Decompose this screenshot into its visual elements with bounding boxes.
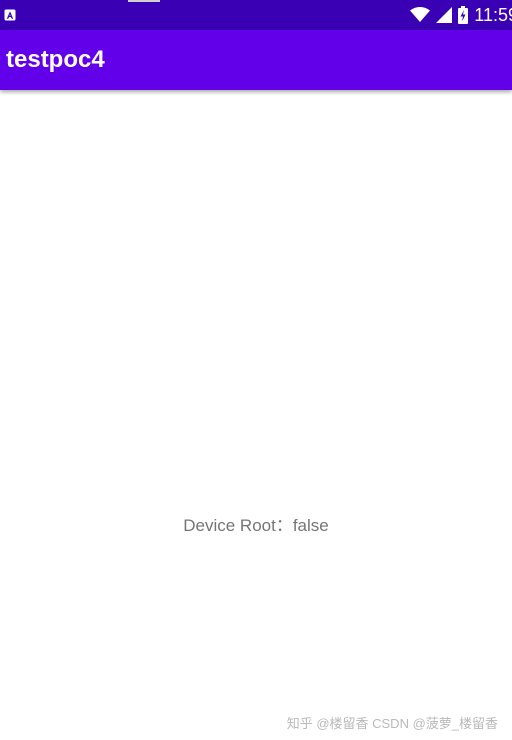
app-bar: testpoc4 (0, 30, 512, 90)
status-bar: 11:59 (0, 0, 512, 30)
phone-screen: 11:59 testpoc4 Device Root：false 知乎 @楼留香… (0, 0, 512, 740)
wifi-icon (410, 7, 431, 22)
battery-charging-icon (458, 6, 469, 24)
status-bar-notch (128, 0, 160, 2)
cellular-signal-icon (436, 7, 453, 23)
app-title: testpoc4 (6, 46, 105, 73)
device-root-status-text: Device Root：false (183, 516, 329, 535)
status-icons-group: 11:59 (410, 0, 512, 30)
app-notification-icon (4, 9, 16, 21)
status-time: 11:59 (474, 4, 512, 25)
watermark: 知乎 @楼留香 CSDN @菠萝_楼留香 (286, 716, 498, 731)
main-content: Device Root：false (0, 90, 512, 740)
